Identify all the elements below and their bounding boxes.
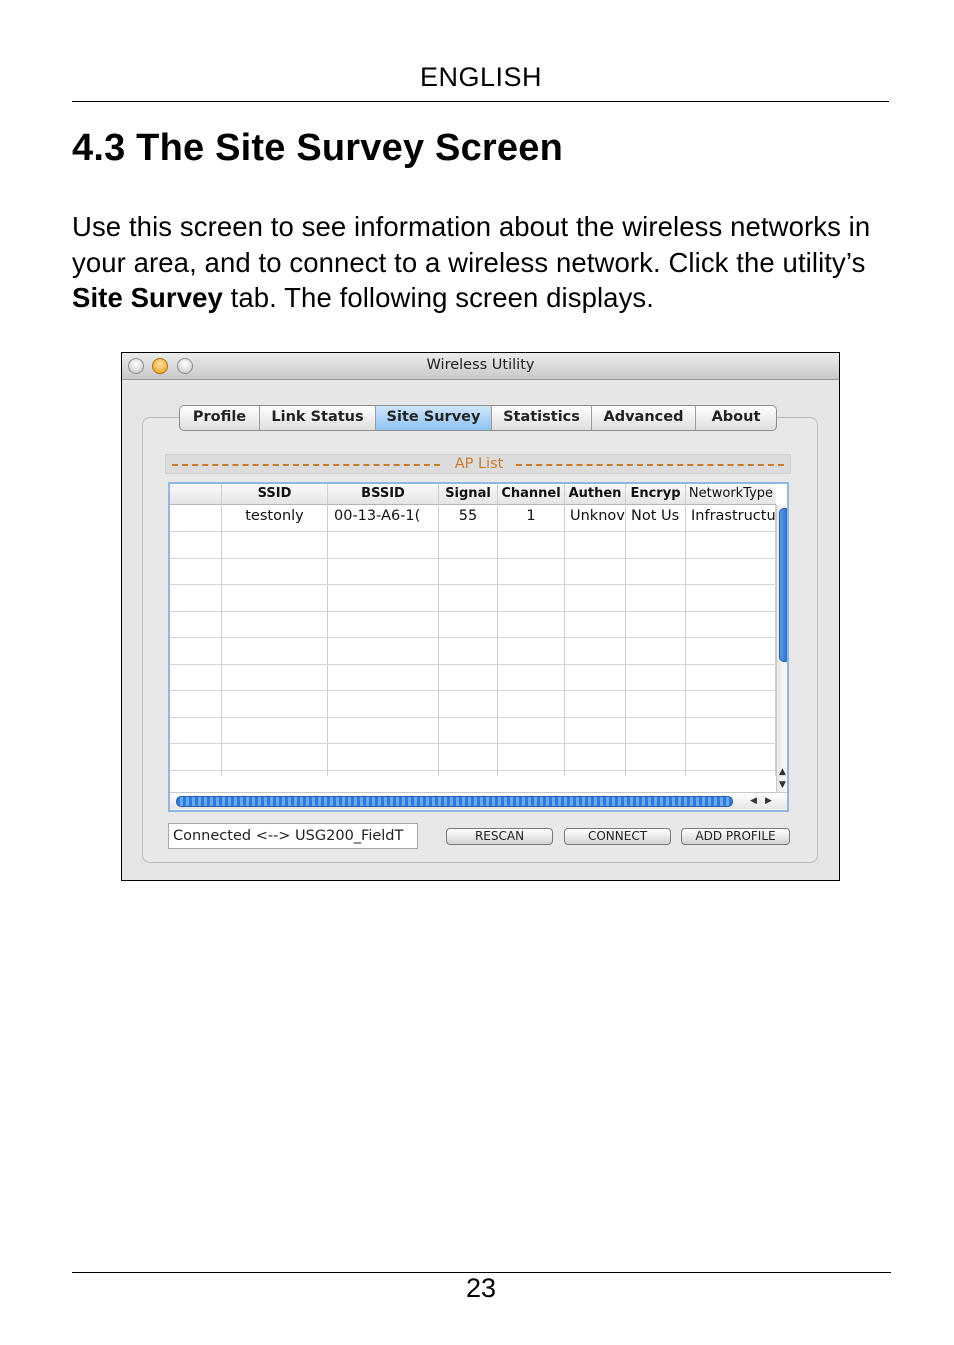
- table-column: [170, 484, 222, 776]
- intro-text-end: tab. The following screen displays.: [222, 282, 655, 313]
- cell-signal[interactable]: 55: [439, 508, 497, 524]
- column-header-encryp[interactable]: Encryp: [626, 484, 685, 505]
- table-column: [626, 484, 686, 776]
- row-line: [170, 664, 776, 665]
- table-column: [328, 484, 439, 776]
- table-column: [686, 484, 776, 776]
- cell-authen[interactable]: Unknov: [570, 508, 625, 524]
- horizontal-scrollbar[interactable]: ◀ ▶: [170, 792, 787, 809]
- wireless-utility-screenshot: Wireless Utility Profile Link Status Sit…: [121, 352, 840, 881]
- tab-advanced[interactable]: Advanced: [592, 406, 696, 430]
- language-header: ENGLISH: [419, 62, 543, 92]
- section-title: 4.3 The Site Survey Screen: [72, 127, 563, 169]
- scroll-down-arrow-icon[interactable]: ▼: [779, 780, 786, 790]
- window-titlebar: Wireless Utility: [122, 353, 839, 380]
- cell-bssid[interactable]: 00-13-A6-1(: [334, 508, 438, 524]
- intro-paragraph: Use this screen to see information about…: [72, 209, 912, 316]
- column-header-select[interactable]: [170, 484, 221, 505]
- scroll-left-arrow-icon[interactable]: ◀: [750, 796, 757, 806]
- page-number: 23: [465, 1273, 497, 1303]
- table-column: [565, 484, 626, 776]
- row-line: [170, 611, 776, 612]
- intro-text-start: Use this screen to see information about…: [72, 211, 871, 278]
- horizontal-scroll-thumb[interactable]: [176, 796, 733, 807]
- column-header-networktype[interactable]: NetworkType: [686, 484, 776, 505]
- row-line: [170, 637, 776, 638]
- cell-networktype[interactable]: Infrastructu: [691, 508, 776, 524]
- ap-list-label: AP List: [448, 456, 510, 472]
- intro-bold-site-survey: Site Survey: [72, 282, 223, 313]
- tab-site-survey[interactable]: Site Survey: [376, 406, 492, 430]
- column-header-bssid[interactable]: BSSID: [328, 484, 438, 505]
- column-header-channel[interactable]: Channel: [498, 484, 564, 505]
- row-line: [170, 584, 776, 585]
- tab-statistics[interactable]: Statistics: [492, 406, 592, 430]
- table-column: [498, 484, 565, 776]
- column-header-signal[interactable]: Signal: [439, 484, 497, 505]
- row-line: [170, 717, 776, 718]
- connection-status-field: Connected <--> USG200_FieldT: [168, 823, 418, 849]
- window-title: Wireless Utility: [426, 357, 535, 373]
- ap-list-bar: AP List: [165, 454, 791, 474]
- row-line: [170, 743, 776, 744]
- tab-profile[interactable]: Profile: [180, 406, 260, 430]
- ap-list-table[interactable]: SSID BSSID Signal Channel Authen Encryp …: [168, 482, 789, 812]
- header-rule: [72, 101, 889, 102]
- tab-link-status[interactable]: Link Status: [260, 406, 376, 430]
- connect-button[interactable]: CONNECT: [564, 828, 671, 845]
- vertical-scroll-thumb[interactable]: [779, 508, 787, 662]
- scroll-right-arrow-icon[interactable]: ▶: [765, 796, 772, 806]
- row-line: [170, 531, 776, 532]
- row-line: [170, 558, 776, 559]
- cell-encryp[interactable]: Not Us: [631, 508, 685, 524]
- tab-about[interactable]: About: [696, 406, 776, 430]
- scroll-up-arrow-icon[interactable]: ▲: [779, 767, 786, 777]
- tab-bar: Profile Link Status Site Survey Statisti…: [179, 405, 777, 431]
- rescan-button[interactable]: RESCAN: [446, 828, 553, 845]
- cell-ssid[interactable]: testonly: [222, 508, 327, 524]
- ap-list-label-wrap: AP List: [166, 456, 792, 472]
- table-column: [222, 484, 328, 776]
- vertical-scrollbar[interactable]: ▲ ▼: [776, 505, 787, 792]
- add-profile-button[interactable]: ADD PROFILE: [681, 828, 790, 845]
- column-header-authen[interactable]: Authen: [565, 484, 625, 505]
- table-column: [439, 484, 498, 776]
- cell-channel[interactable]: 1: [498, 508, 564, 524]
- column-header-ssid[interactable]: SSID: [222, 484, 327, 505]
- row-line: [170, 770, 776, 771]
- row-line: [170, 690, 776, 691]
